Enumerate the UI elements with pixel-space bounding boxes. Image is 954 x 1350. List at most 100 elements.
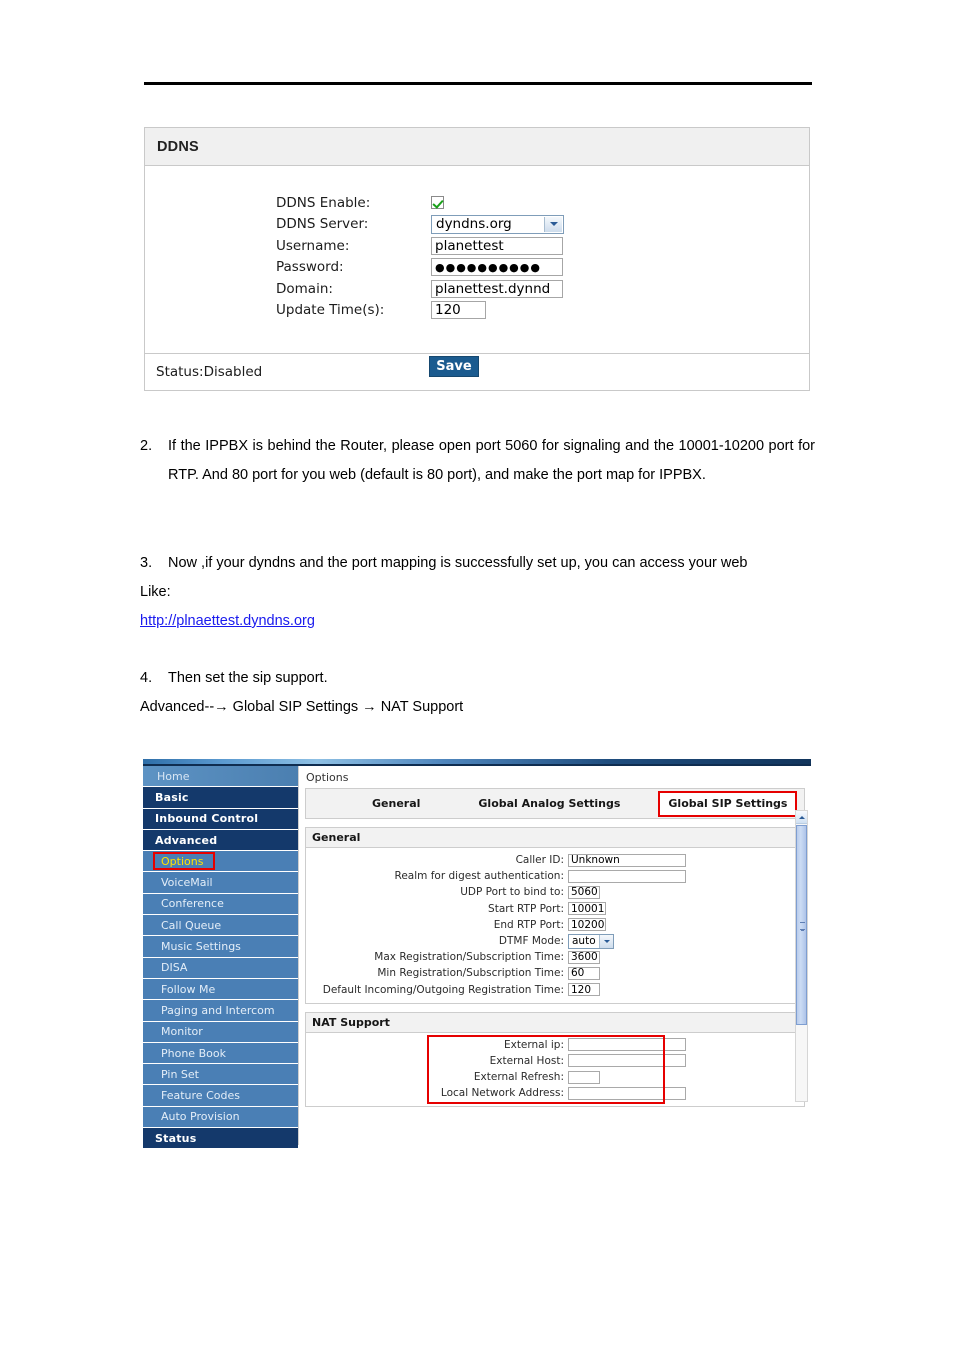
doc-item-2-number: 2. — [140, 438, 153, 454]
external-refresh-label: External Refresh: — [473, 1071, 564, 1084]
ddns-row-enable: DDNS Enable: — [276, 192, 564, 214]
sidebar-item-label: Auto Provision — [161, 1110, 240, 1124]
min-registration-time-input[interactable]: 60 — [568, 966, 600, 980]
field-row-external-host: External Host: — [306, 1053, 804, 1069]
sidebar-item-status[interactable]: Status — [143, 1128, 298, 1150]
sidebar-item-home[interactable]: Home — [143, 766, 298, 788]
sidebar-item-label: Inbound Control — [155, 812, 259, 826]
ddns-panel-body: DDNS Enable: DDNS Server: dyndns.org Use… — [145, 166, 809, 377]
sidebar-item-music-settings[interactable]: Music Settings — [143, 936, 298, 958]
ddns-password-input[interactable]: ●●●●●●●●●● — [431, 258, 563, 277]
sidebar-item-inbound-control[interactable]: Inbound Control — [143, 808, 298, 830]
ddns-username-input[interactable]: planettest — [431, 236, 563, 255]
sidebar-item-feature-codes[interactable]: Feature Codes — [143, 1085, 298, 1107]
sidebar-item-label: Pin Set — [161, 1067, 199, 1081]
sidebar-item-phone-book[interactable]: Phone Book — [143, 1042, 298, 1065]
page-header-rule — [144, 82, 812, 85]
tab-global-sip-settings[interactable]: Global SIP Settings — [658, 790, 798, 817]
general-section-body: Caller ID: Unknown Realm for digest auth… — [306, 848, 804, 1003]
ddns-password-value: ●●●●●●●●●● — [435, 260, 541, 274]
chevron-down-icon — [599, 934, 613, 948]
ddns-row-server: DDNS Server: dyndns.org — [276, 214, 564, 236]
breadcrumb: Options — [306, 771, 349, 784]
dyndns-url-link[interactable]: http://plnaettest.dyndns.org — [140, 613, 315, 629]
field-row-min-registration-time: Min Registration/Subscription Time: 60 — [306, 965, 804, 981]
ddns-server-select[interactable]: dyndns.org — [431, 214, 564, 234]
doc-item-3: 3. Now ,if your dyndns and the port mapp… — [140, 549, 815, 636]
external-host-input[interactable] — [568, 1054, 686, 1068]
nat-support-section: NAT Support External ip: External Host: … — [305, 1011, 805, 1108]
end-rtp-port-value: 10200 — [571, 918, 605, 931]
sidebar-item-label: Options — [161, 854, 204, 868]
nat-support-section-title: NAT Support — [306, 1012, 804, 1033]
sidebar-item-advanced[interactable]: Advanced — [143, 829, 298, 852]
doc-item-4-number: 4. — [140, 670, 153, 686]
ddns-enable-checkbox[interactable] — [431, 196, 444, 210]
sidebar-item-auto-provision[interactable]: Auto Provision — [143, 1106, 298, 1129]
realm-label: Realm for digest authentication: — [394, 870, 564, 883]
nat-support-section-body: External ip: External Host: External Ref… — [306, 1033, 804, 1107]
sidebar-item-paging-and-intercom[interactable]: Paging and Intercom — [143, 1000, 298, 1022]
ddns-update-time-value: 120 — [435, 302, 461, 319]
field-row-realm: Realm for digest authentication: — [306, 868, 804, 884]
udp-port-input[interactable]: 5060 — [568, 885, 600, 899]
scrollbar-thumb[interactable] — [796, 825, 807, 1025]
tab-general[interactable]: General — [362, 789, 430, 818]
start-rtp-port-input[interactable]: 10001 — [568, 902, 606, 916]
external-refresh-input[interactable] — [568, 1070, 600, 1084]
sidebar-item-monitor[interactable]: Monitor — [143, 1021, 298, 1043]
end-rtp-port-input[interactable]: 10200 — [568, 918, 606, 932]
ddns-domain-label: Domain: — [276, 280, 333, 297]
sidebar-item-basic[interactable]: Basic — [143, 787, 298, 809]
default-registration-time-input[interactable]: 120 — [568, 983, 600, 997]
ddns-username-label: Username: — [276, 237, 350, 254]
start-rtp-port-label: Start RTP Port: — [488, 902, 564, 915]
vertical-scrollbar[interactable] — [795, 810, 808, 1102]
scroll-up-arrow-icon[interactable] — [796, 811, 807, 824]
default-registration-time-value: 120 — [571, 983, 592, 996]
sidebar-item-options[interactable]: Options — [143, 851, 298, 873]
ddns-panel-title: DDNS — [145, 128, 809, 166]
sidebar-item-label: DISA — [161, 961, 188, 975]
end-rtp-port-label: End RTP Port: — [493, 918, 564, 931]
sidebar-item-label: Monitor — [161, 1025, 203, 1039]
ddns-domain-input[interactable]: planettest.dynnd — [431, 279, 563, 298]
dtmf-mode-label: DTMF Mode: — [498, 935, 564, 948]
caller-id-label: Caller ID: — [515, 854, 564, 867]
doc-item-4: 4. Then set the sip support. Advanced--→… — [140, 664, 815, 722]
dtmf-mode-select[interactable]: auto — [568, 933, 614, 949]
ippbx-top-banner — [143, 759, 811, 766]
realm-input[interactable] — [568, 869, 686, 883]
ddns-row-domain: Domain: planettest.dynnd — [276, 278, 564, 300]
sidebar-item-disa[interactable]: DISA — [143, 957, 298, 979]
ippbx-sidebar: Home Basic Inbound Control Advanced Opti… — [143, 766, 298, 1150]
sidebar-item-conference[interactable]: Conference — [143, 893, 298, 916]
ddns-form: DDNS Enable: DDNS Server: dyndns.org Use… — [276, 192, 564, 321]
sidebar-item-voicemail[interactable]: VoiceMail — [143, 872, 298, 894]
udp-port-label: UDP Port to bind to: — [460, 886, 564, 899]
sidebar-item-label: Paging and Intercom — [161, 1003, 275, 1017]
sidebar-item-label: Feature Codes — [161, 1089, 240, 1103]
ddns-domain-value: planettest.dynnd — [435, 280, 551, 297]
sidebar-item-call-queue[interactable]: Call Queue — [143, 915, 298, 937]
sidebar-item-pin-set[interactable]: Pin Set — [143, 1064, 298, 1086]
field-row-external-ip: External ip: — [306, 1037, 804, 1053]
sidebar-item-follow-me[interactable]: Follow Me — [143, 978, 298, 1001]
max-registration-time-label: Max Registration/Subscription Time: — [374, 951, 564, 964]
ddns-enable-label: DDNS Enable: — [276, 194, 371, 211]
max-registration-time-input[interactable]: 3600 — [568, 950, 600, 964]
min-registration-time-label: Min Registration/Subscription Time: — [377, 967, 564, 980]
doc-item-4-text: Then set the sip support. — [168, 670, 328, 686]
ddns-update-time-input[interactable]: 120 — [431, 301, 486, 320]
ddns-row-username: Username: planettest — [276, 235, 564, 257]
local-network-address-input[interactable] — [568, 1086, 686, 1100]
chevron-down-icon — [544, 216, 562, 232]
ddns-panel: DDNS DDNS Enable: DDNS Server: dyndns.or… — [144, 127, 810, 391]
sidebar-item-label: Advanced — [155, 833, 218, 847]
external-ip-input[interactable] — [568, 1038, 686, 1052]
save-button[interactable]: Save — [429, 356, 479, 377]
caller-id-input[interactable]: Unknown — [568, 853, 686, 867]
ddns-row-password: Password: ●●●●●●●●●● — [276, 257, 564, 279]
tab-global-analog-settings[interactable]: Global Analog Settings — [468, 789, 630, 818]
local-network-address-label: Local Network Address: — [440, 1087, 564, 1100]
